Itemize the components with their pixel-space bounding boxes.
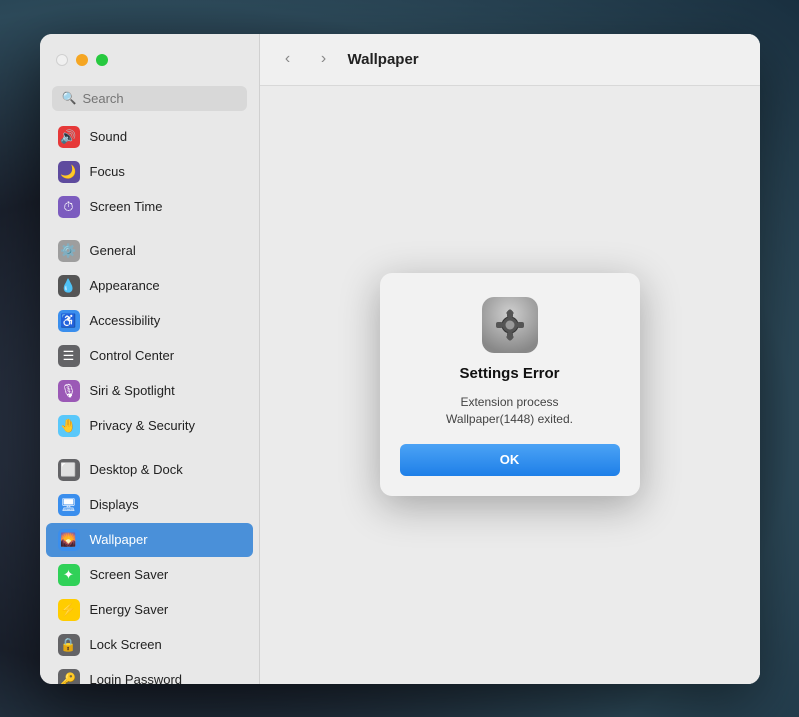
main-window: 🔍 🔊 Sound 🌙 Focus ⏱ Screen Time ⚙️ General 💧 Appe… [40, 34, 760, 684]
main-header: ‹ › Wallpaper [260, 34, 760, 86]
sidebar-item-control-center[interactable]: ☰ Control Center [46, 339, 253, 373]
screen-time-label: Screen Time [90, 199, 163, 214]
forward-button[interactable]: › [312, 47, 336, 71]
displays-label: Displays [90, 497, 139, 512]
siri-spotlight-icon: 🎙 [58, 380, 80, 402]
sidebar-item-lock-screen[interactable]: 🔒 Lock Screen [46, 628, 253, 662]
sidebar-item-accessibility[interactable]: ♿ Accessibility [46, 304, 253, 338]
maximize-button[interactable] [96, 54, 108, 66]
screen-saver-label: Screen Saver [90, 567, 169, 582]
minimize-button[interactable] [76, 54, 88, 66]
appearance-icon: 💧 [58, 275, 80, 297]
settings-app-icon [482, 297, 538, 353]
general-icon: ⚙️ [58, 240, 80, 262]
energy-saver-icon: ⚡ [58, 599, 80, 621]
back-button[interactable]: ‹ [276, 47, 300, 71]
lock-screen-icon: 🔒 [58, 634, 80, 656]
energy-saver-label: Energy Saver [90, 602, 169, 617]
siri-spotlight-label: Siri & Spotlight [90, 383, 175, 398]
sidebar-item-login-password[interactable]: 🔑 Login Password [46, 663, 253, 684]
sidebar-item-wallpaper[interactable]: 🌄 Wallpaper [46, 523, 253, 557]
search-bar[interactable]: 🔍 [52, 86, 247, 111]
main-body: Settings Error Extension processWallpape… [260, 86, 760, 684]
sidebar: 🔍 🔊 Sound 🌙 Focus ⏱ Screen Time ⚙️ General 💧 Appe… [40, 34, 260, 684]
sound-icon: 🔊 [58, 126, 80, 148]
sidebar-item-focus[interactable]: 🌙 Focus [46, 155, 253, 189]
sidebar-item-screen-time[interactable]: ⏱ Screen Time [46, 190, 253, 224]
privacy-security-icon: 🤚 [58, 415, 80, 437]
desktop-dock-label: Desktop & Dock [90, 462, 183, 477]
screen-saver-icon: ✦ [58, 564, 80, 586]
sound-label: Sound [90, 129, 128, 144]
desktop-dock-icon: ⬜ [58, 459, 80, 481]
wallpaper-label: Wallpaper [90, 532, 148, 547]
main-content: ‹ › Wallpaper [260, 34, 760, 684]
dialog-overlay: Settings Error Extension processWallpape… [260, 86, 760, 684]
search-icon: 🔍 [62, 91, 77, 105]
privacy-security-label: Privacy & Security [90, 418, 195, 433]
lock-screen-label: Lock Screen [90, 637, 162, 652]
login-password-icon: 🔑 [58, 669, 80, 684]
sidebar-item-desktop-dock[interactable]: ⬜ Desktop & Dock [46, 453, 253, 487]
settings-error-dialog: Settings Error Extension processWallpape… [380, 273, 640, 496]
dialog-message: Extension processWallpaper(1448) exited. [446, 394, 573, 428]
title-bar [40, 34, 259, 86]
accessibility-icon: ♿ [58, 310, 80, 332]
control-center-label: Control Center [90, 348, 175, 363]
displays-icon: 🖥 [58, 494, 80, 516]
login-password-label: Login Password [90, 672, 183, 684]
sidebar-item-appearance[interactable]: 💧 Appearance [46, 269, 253, 303]
screen-time-icon: ⏱ [58, 196, 80, 218]
sidebar-scroll: 🔊 Sound 🌙 Focus ⏱ Screen Time ⚙️ General 💧 Appear… [40, 119, 259, 684]
general-label: General [90, 243, 136, 258]
wallpaper-icon: 🌄 [58, 529, 80, 551]
ok-button[interactable]: OK [400, 444, 620, 476]
sidebar-item-privacy-security[interactable]: 🤚 Privacy & Security [46, 409, 253, 443]
control-center-icon: ☰ [58, 345, 80, 367]
close-button[interactable] [56, 54, 68, 66]
accessibility-label: Accessibility [90, 313, 161, 328]
appearance-label: Appearance [90, 278, 160, 293]
focus-label: Focus [90, 164, 125, 179]
page-title: Wallpaper [348, 51, 419, 68]
sidebar-item-displays[interactable]: 🖥 Displays [46, 488, 253, 522]
search-input[interactable] [82, 91, 236, 106]
sidebar-item-sound[interactable]: 🔊 Sound [46, 120, 253, 154]
sidebar-item-screen-saver[interactable]: ✦ Screen Saver [46, 558, 253, 592]
sidebar-item-siri-spotlight[interactable]: 🎙 Siri & Spotlight [46, 374, 253, 408]
focus-icon: 🌙 [58, 161, 80, 183]
dialog-title: Settings Error [459, 365, 559, 382]
sidebar-item-energy-saver[interactable]: ⚡ Energy Saver [46, 593, 253, 627]
sidebar-item-general[interactable]: ⚙️ General [46, 234, 253, 268]
